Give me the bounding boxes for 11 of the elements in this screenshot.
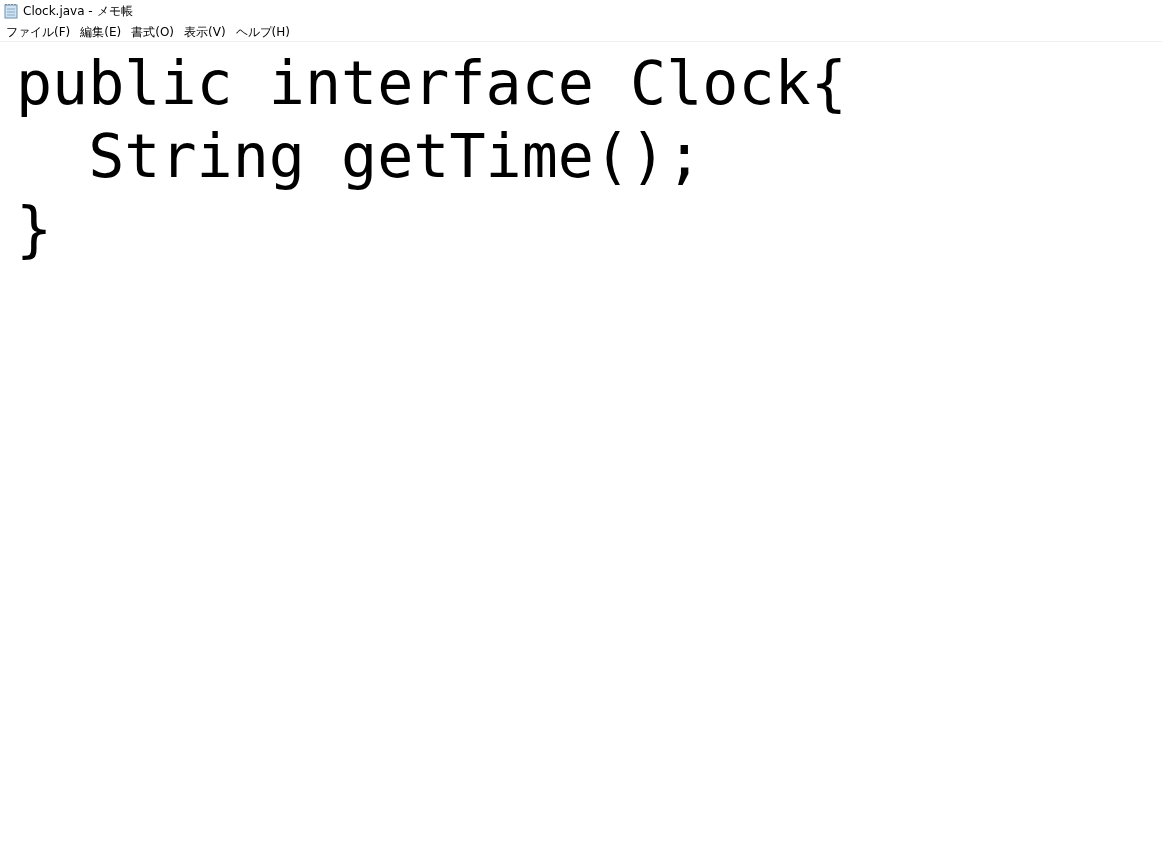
menu-item[interactable]: ヘルプ(H): [231, 22, 294, 41]
notepad-icon: [3, 3, 19, 19]
code-line: String getTime();: [87, 120, 703, 193]
text-area[interactable]: public interface Clock{ String getTime(); }: [0, 42, 1162, 856]
menu-item[interactable]: 書式(O): [127, 22, 179, 41]
code-line: }: [16, 193, 53, 266]
menu-item[interactable]: ファイル(F): [2, 22, 75, 41]
window-title: Clock.java - メモ帳: [23, 3, 133, 20]
menu-item[interactable]: 表示(V): [180, 22, 230, 41]
menu-item[interactable]: 編集(E): [76, 22, 126, 41]
code-line: public interface Clock{: [16, 47, 847, 120]
